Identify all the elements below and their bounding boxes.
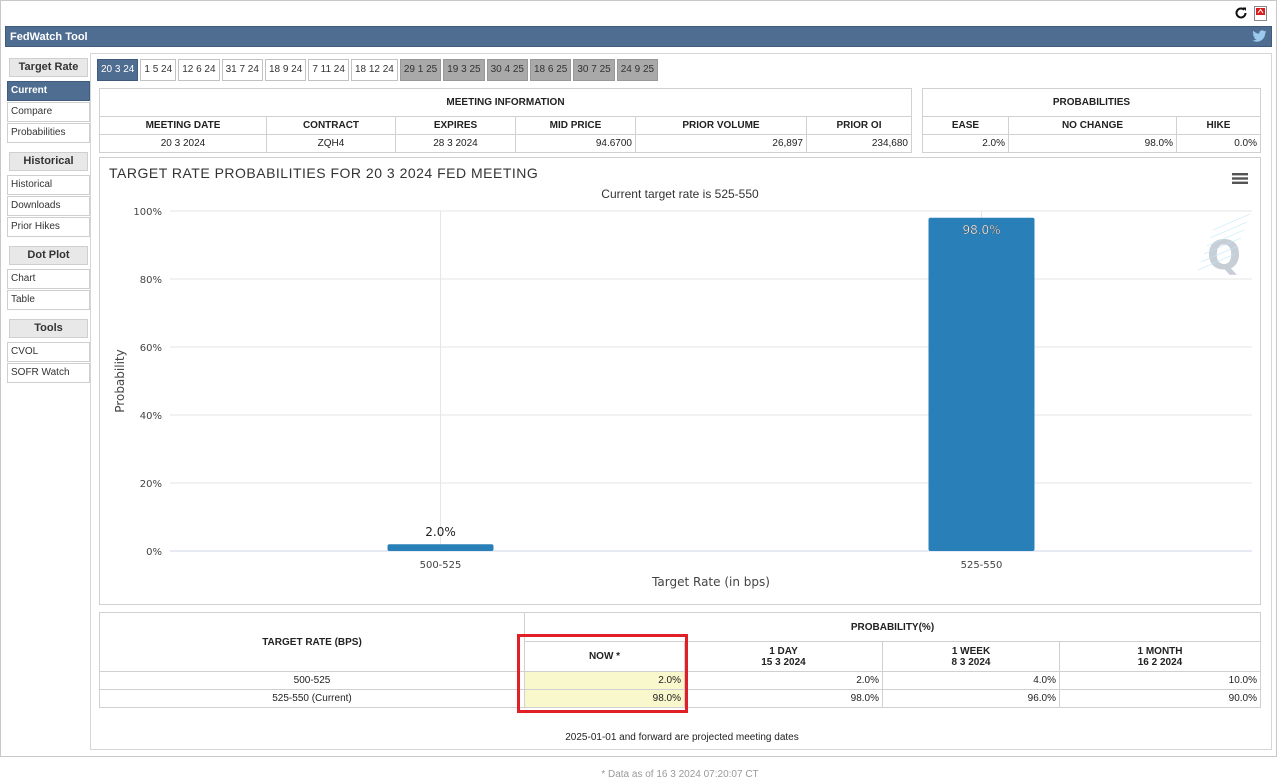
bar-500-525 (387, 544, 494, 551)
tab-meeting-10[interactable]: 18 6 25 (530, 59, 572, 81)
col-1-day: 1 DAY 15 3 2024 (684, 641, 883, 672)
sidebar-heading-target-rate: Target Rate (9, 58, 88, 77)
tab-meeting-2[interactable]: 12 6 24 (178, 59, 220, 81)
prior-oi-value: 234,680 (806, 134, 912, 153)
col-1-week: 1 WEEK 8 3 2024 (882, 641, 1060, 672)
col-no-change: NO CHANGE (1008, 116, 1177, 135)
sidebar-item-prior-hikes[interactable]: Prior Hikes (7, 217, 90, 237)
refresh-icon[interactable] (1233, 5, 1249, 21)
one-day-cell: 2.0% (684, 671, 883, 690)
x-tick-label: 525-550 (961, 560, 1003, 571)
tab-meeting-4[interactable]: 18 9 24 (264, 59, 307, 81)
chart-subtitle: Current target rate is 525-550 (601, 187, 759, 201)
x-axis-title: Target Rate (in bps) (651, 575, 770, 589)
sidebar-item-cvol[interactable]: CVOL (7, 342, 90, 362)
tab-meeting-12[interactable]: 24 9 25 (616, 59, 659, 81)
watermark-stroke (1212, 213, 1251, 231)
tab-meeting-3[interactable]: 31 7 24 (221, 59, 263, 81)
probabilities-caption: PROBABILITIES (922, 88, 1261, 117)
prior-volume-value: 26,897 (635, 134, 807, 153)
col-mid-price: MID PRICE (515, 116, 636, 135)
y-tick-label: 20% (140, 479, 162, 490)
rate-cell: 500-525 (99, 671, 525, 690)
sidebar-item-historical[interactable]: Historical (7, 175, 90, 195)
tab-meeting-0[interactable]: 20 3 24 (97, 59, 139, 81)
chart-title: TARGET RATE PROBABILITIES FOR 20 3 2024 … (109, 165, 539, 181)
y-tick-label: 60% (140, 343, 162, 354)
y-axis-title: Probability (113, 349, 127, 412)
sidebar-heading-tools: Tools (9, 319, 88, 338)
data-label: 98.0% (962, 223, 1000, 237)
meeting-date-value: 20 3 2024 (99, 134, 267, 153)
sidebar-heading-historical: Historical (9, 152, 88, 171)
projected-dates-footnote: 2025-01-01 and forward are projected mee… (565, 732, 799, 743)
tab-meeting-5[interactable]: 7 11 24 (308, 59, 349, 81)
title-bar: FedWatch Tool (5, 26, 1272, 47)
col-prior-volume: PRIOR VOLUME (635, 116, 807, 135)
tab-meeting-6[interactable]: 18 12 24 (350, 59, 398, 81)
sidebar-item-compare[interactable]: Compare (7, 102, 90, 122)
one-month-cell: 10.0% (1059, 671, 1261, 690)
pdf-icon[interactable] (1252, 5, 1268, 21)
hamburger-menu-icon[interactable] (1232, 172, 1248, 188)
y-tick-label: 0% (146, 547, 162, 558)
col-ease: EASE (922, 116, 1009, 135)
sidebar-item-downloads[interactable]: Downloads (7, 196, 90, 216)
mid-price-value: 94.6700 (515, 134, 636, 153)
col-prior-oi: PRIOR OI (806, 116, 912, 135)
y-tick-label: 40% (140, 411, 162, 422)
col-hike: HIKE (1176, 116, 1261, 135)
sidebar-item-table[interactable]: Table (7, 290, 90, 310)
app-frame: FedWatch Tool Target Rate Current Compar… (0, 0, 1277, 780)
tab-meeting-1[interactable]: 1 5 24 (140, 59, 177, 81)
one-week-cell: 96.0% (882, 689, 1060, 708)
app-title: FedWatch Tool (10, 31, 88, 43)
col-1-month: 1 MONTH 16 2 2024 (1059, 641, 1261, 672)
sidebar-item-chart[interactable]: Chart (7, 269, 90, 289)
rate-cell: 525-550 (Current) (99, 689, 525, 708)
tab-meeting-9[interactable]: 30 4 25 (486, 59, 528, 81)
probabilities-table: PROBABILITIES EASE NO CHANGE HIKE 2.0% 9… (922, 88, 1261, 153)
chart-panel: 0% 20% 40% 60% 80% 100% 2.0% 500-525 98.0% 525-55… (99, 157, 1261, 605)
sidebar-item-sofr-watch[interactable]: SOFR Watch (7, 363, 90, 383)
col-meeting-date: MEETING DATE (99, 116, 267, 135)
x-tick-label: 500-525 (420, 560, 462, 571)
one-week-cell: 4.0% (882, 671, 1060, 690)
ease-value: 2.0% (922, 134, 1009, 153)
col-expires: EXPIRES (395, 116, 516, 135)
hike-value: 0.0% (1176, 134, 1261, 153)
y-tick-label: 100% (133, 207, 162, 218)
meeting-info-table: MEETING INFORMATION MEETING DATE CONTRAC… (99, 88, 912, 153)
contract-value: ZQH4 (266, 134, 396, 153)
sidebar-heading-dot-plot: Dot Plot (9, 246, 88, 265)
sidebar-item-current[interactable]: Current (7, 81, 90, 101)
sidebar-item-probabilities[interactable]: Probabilities (7, 123, 90, 143)
one-day-cell: 98.0% (684, 689, 883, 708)
target-rate-header: TARGET RATE (BPS) (99, 612, 525, 672)
tab-meeting-11[interactable]: 30 7 25 (573, 59, 615, 81)
one-month-cell: 90.0% (1059, 689, 1261, 708)
top-icons (1233, 5, 1268, 21)
probability-chart: 0% 20% 40% 60% 80% 100% 2.0% 500-525 98.0% 525-55… (113, 207, 1252, 589)
tab-meeting-7[interactable]: 29 1 25 (399, 59, 442, 81)
meeting-info-caption: MEETING INFORMATION (99, 88, 912, 117)
data-label: 2.0% (425, 525, 456, 539)
tab-meeting-8[interactable]: 19 3 25 (443, 59, 485, 81)
y-tick-label: 80% (140, 275, 162, 286)
col-contract: CONTRACT (266, 116, 396, 135)
no-change-value: 98.0% (1008, 134, 1177, 153)
data-timestamp-note: * Data as of 16 3 2024 07:20:07 CT (601, 769, 759, 780)
bar-525-550 (928, 217, 1035, 552)
sidebar: Target Rate Current Compare Probabilitie… (7, 58, 90, 384)
twitter-icon[interactable] (1252, 30, 1267, 46)
expires-value: 28 3 2024 (395, 134, 516, 153)
now-column-callout (517, 634, 688, 713)
meeting-tabs: 20 3 24 1 5 24 12 6 24 31 7 24 18 9 24 7 11 2… (97, 59, 659, 81)
